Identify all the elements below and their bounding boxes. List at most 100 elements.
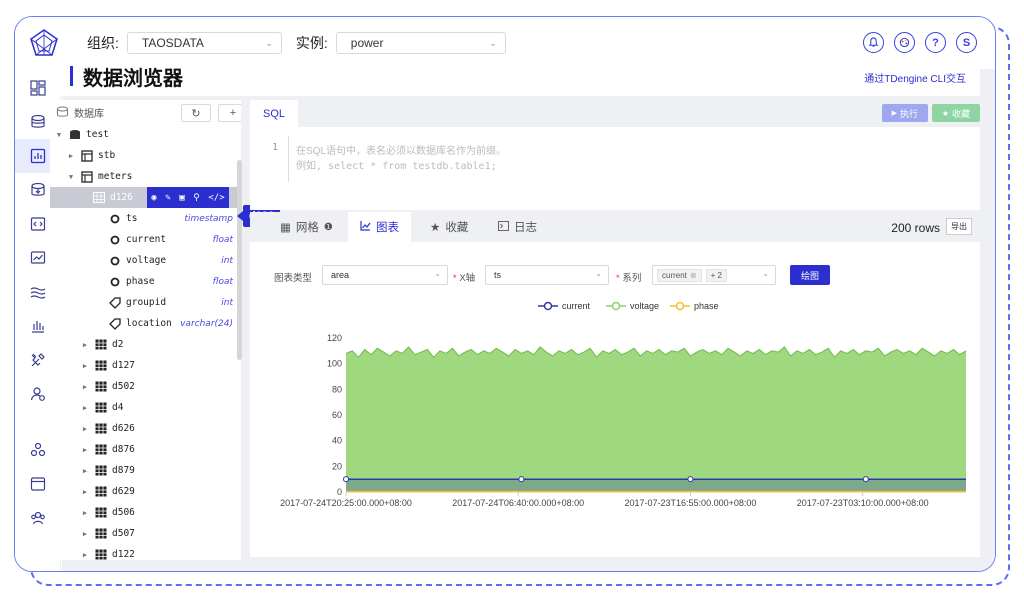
legend-marker-phase <box>675 301 685 311</box>
help-icon[interactable]: ? <box>925 32 946 53</box>
draw-button[interactable]: 绘图 <box>790 265 830 285</box>
chevron-right-icon[interactable]: ▶ <box>80 446 90 454</box>
tree-table-d127[interactable]: ▶ d127 <box>50 355 241 376</box>
tree-table-d879[interactable]: ▶ d879 <box>50 460 241 481</box>
tree-table-d507[interactable]: ▶ d507 <box>50 523 241 544</box>
tree-table-d626[interactable]: ▶ d626 <box>50 418 241 439</box>
tree-table-d629[interactable]: ▶ d629 <box>50 481 241 502</box>
tab-chart[interactable]: 图表 <box>348 212 411 242</box>
x-tick-label: 2017-07-23T03:10:00.000+08:00 <box>797 498 929 508</box>
legend-label-current: current <box>562 301 591 311</box>
column-circle-icon <box>108 213 122 225</box>
column-circle-icon <box>108 255 122 267</box>
supertable-icon <box>80 149 94 162</box>
code-icon[interactable]: </> <box>208 193 224 203</box>
y-tick-label: 100 <box>327 359 342 369</box>
tree-column[interactable]: voltage int <box>50 250 241 271</box>
org-select[interactable]: TAOSDATA ⌄ <box>126 32 282 54</box>
alert-bell-icon[interactable] <box>863 32 884 53</box>
favorite-button[interactable]: ★ 收藏 <box>931 104 980 122</box>
close-icon[interactable]: ⊗ <box>690 271 697 280</box>
area-current <box>346 479 966 492</box>
series-select[interactable]: current ⊗ + 2 ⌄ <box>652 265 776 285</box>
instance-select[interactable]: power ⌄ <box>335 32 506 54</box>
column-name: groupid <box>126 297 167 308</box>
tree-tag-column[interactable]: location varchar(24) <box>50 313 241 334</box>
tree-stb-meters[interactable]: ▼ meters <box>50 166 241 187</box>
chevron-right-icon[interactable]: ▶ <box>80 341 90 349</box>
search-icon[interactable]: ⚲ <box>193 193 200 203</box>
chevron-right-icon[interactable]: ▶ <box>66 152 76 160</box>
tree-stb-label: stb <box>98 150 116 161</box>
chevron-right-icon[interactable]: ▶ <box>80 404 90 412</box>
chevron-right-icon[interactable]: ▶ <box>80 425 90 433</box>
table-icon <box>94 507 108 519</box>
chevron-right-icon[interactable]: ▶ <box>80 383 90 391</box>
tree-table-d122[interactable]: ▶ d122 <box>50 544 241 560</box>
chevron-right-icon[interactable]: ▶ <box>80 488 90 496</box>
cli-interaction-link[interactable]: 通过TDengine CLI交互 <box>864 70 966 85</box>
add-button[interactable]: + <box>218 104 241 122</box>
chevron-down-icon: ⌄ <box>265 37 273 48</box>
legend-marker-voltage <box>611 301 621 311</box>
tree-scrollbar[interactable] <box>237 160 242 360</box>
tab-favorites[interactable]: ★ 收藏 <box>418 212 480 242</box>
theme-palette-icon[interactable] <box>894 32 915 53</box>
refresh-button[interactable]: ↻ <box>181 104 211 122</box>
tree-table-d4[interactable]: ▶ d4 <box>50 397 241 418</box>
tree-table-d2[interactable]: ▶ d2 <box>50 334 241 355</box>
editor-gutter <box>288 136 289 182</box>
table-label: d502 <box>112 381 135 392</box>
tab-sql[interactable]: SQL <box>250 100 298 127</box>
chevron-down-icon[interactable]: ▼ <box>54 131 64 139</box>
table-label: d122 <box>112 549 135 560</box>
tree-table-d502[interactable]: ▶ d502 <box>50 376 241 397</box>
edit-pencil-icon[interactable]: ✎ <box>165 193 170 203</box>
database-tree-panel: 数据库 ↻ + ▼ test ▶ stb ▼ meters d126 ◉ ✎ ▣… <box>50 100 241 560</box>
chart-type-select[interactable]: area ⌄ <box>322 265 448 285</box>
chart-type-label: 图表类型 <box>274 273 313 284</box>
column-type: float <box>212 234 233 245</box>
chevron-right-icon[interactable]: ▶ <box>80 530 90 538</box>
tab-grid[interactable]: ▦ 网格 ❶ <box>268 212 345 242</box>
editor-placeholder-line-1: 在SQL语句中，表名必须以数据库名作为前缀。 <box>296 146 507 157</box>
tree-table-d876[interactable]: ▶ d876 <box>50 439 241 460</box>
chevron-right-icon[interactable]: ▶ <box>80 467 90 475</box>
database-icon <box>56 106 69 118</box>
result-tab-bar: ▦ 网格 ❶ 图表 ★ 收藏 日志 200 rows 导出 <box>250 212 980 242</box>
chevron-right-icon[interactable]: ▶ <box>80 551 90 559</box>
delete-trash-icon[interactable]: ▣ <box>179 193 184 203</box>
user-avatar[interactable]: S <box>956 32 977 53</box>
export-button[interactable]: 导出 <box>946 218 972 235</box>
series-tag[interactable]: current ⊗ <box>657 268 702 282</box>
tree-column[interactable]: phase float <box>50 271 241 292</box>
view-eye-icon[interactable]: ◉ <box>151 193 156 203</box>
table-label: d876 <box>112 444 135 455</box>
chevron-right-icon[interactable]: ▶ <box>80 362 90 370</box>
tree-table-d506[interactable]: ▶ d506 <box>50 502 241 523</box>
tree-header: 数据库 ↻ + <box>50 100 241 124</box>
x-tick-label: 2017-07-23T16:55:00.000+08:00 <box>625 498 757 508</box>
database-icon <box>68 129 82 141</box>
chevron-down-icon[interactable]: ▼ <box>66 173 76 181</box>
run-button[interactable]: ▶ 执行 <box>881 104 928 122</box>
tab-log[interactable]: 日志 <box>486 212 549 242</box>
tree-tag-column[interactable]: groupid int <box>50 292 241 313</box>
info-icon: ❶ <box>323 221 333 233</box>
x-axis-select[interactable]: ts ⌄ <box>485 265 609 285</box>
instance-label: 实例: <box>295 35 328 51</box>
tree-column[interactable]: ts timestamp <box>50 208 241 229</box>
sql-editor[interactable]: 1 在SQL语句中，表名必须以数据库名作为前缀。 例如, select * fr… <box>250 136 980 196</box>
column-type: timestamp <box>184 213 233 224</box>
tree-table-selected[interactable]: d126 ◉ ✎ ▣ ⚲ </> <box>50 187 241 208</box>
column-circle-icon <box>108 276 122 288</box>
tag-icon <box>108 317 122 330</box>
tree-db-test[interactable]: ▼ test <box>50 124 241 145</box>
chevron-right-icon[interactable]: ▶ <box>80 509 90 517</box>
current-point <box>343 476 349 483</box>
tree-stb-stb[interactable]: ▶ stb <box>50 145 241 166</box>
series-tag-label: current <box>662 270 687 280</box>
tree-column[interactable]: current float <box>50 229 241 250</box>
play-icon: ▶ <box>891 110 897 117</box>
line-number: 1 <box>272 142 279 153</box>
